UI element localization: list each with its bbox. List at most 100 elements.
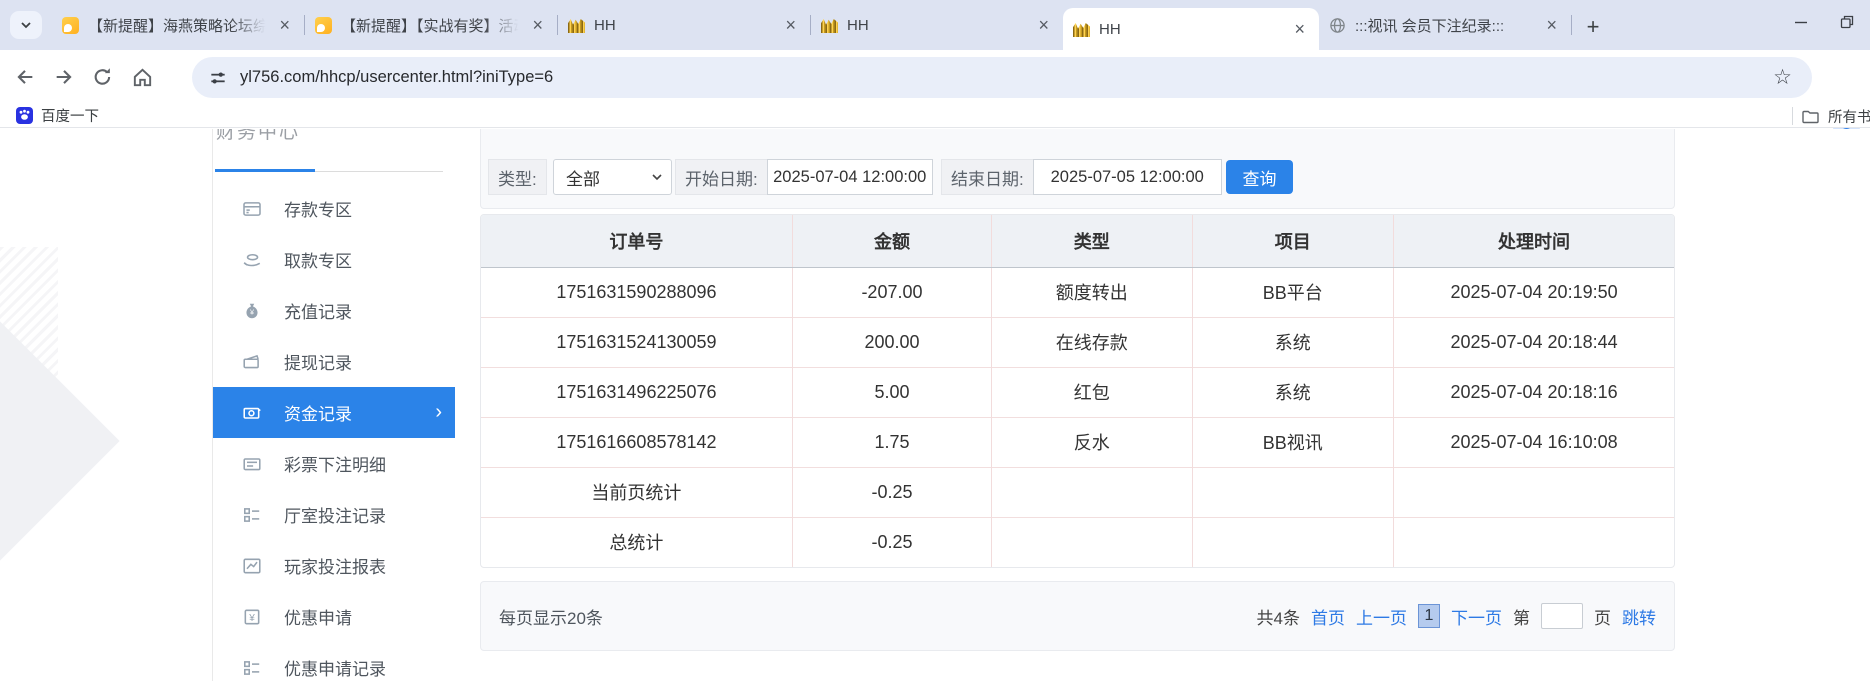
bookmarks-bar: 百度一下 所有书签 bbox=[0, 104, 1870, 128]
svg-text:¥: ¥ bbox=[248, 612, 255, 623]
jump-button[interactable]: 跳转 bbox=[1622, 604, 1656, 629]
table-header-row: 订单号 金额 类型 项目 处理时间 bbox=[481, 215, 1674, 267]
end-date-input[interactable] bbox=[1033, 159, 1222, 195]
records-table: 订单号 金额 类型 项目 处理时间 1751631590288096 -207.… bbox=[481, 215, 1674, 567]
tab-close-icon[interactable]: × bbox=[528, 15, 547, 35]
sidebar: 财务中心 存款专区 取款专区 bbox=[212, 129, 455, 681]
table-row: 1751616608578142 1.75 反水 BB视讯 2025-07-04… bbox=[481, 417, 1674, 467]
bookmark-star-icon[interactable]: ☆ bbox=[1773, 65, 1792, 90]
hand-coins-icon bbox=[241, 249, 262, 270]
cell-amount: 5.00 bbox=[792, 367, 991, 417]
bookmark-baidu[interactable]: 百度一下 bbox=[16, 105, 99, 126]
sidebar-item-withdraw-zone[interactable]: 取款专区 bbox=[213, 234, 455, 285]
pagination-bar: 每页显示20条 共4条 首页 上一页 1 下一页 第 页 跳转 bbox=[480, 581, 1675, 651]
sidebar-item-promo-apply[interactable]: ¥ 优惠申请 bbox=[213, 591, 455, 642]
background-watermark-triangle bbox=[0, 319, 120, 562]
sidebar-item-withdraw-records[interactable]: 提现记录 bbox=[213, 336, 455, 387]
browser-window: 【新提醒】海燕策略论坛综合 × 【新提醒】【实战有奖】活动 × HH × HH … bbox=[0, 0, 1870, 681]
tab-hh-1[interactable]: HH × bbox=[558, 0, 810, 50]
url-text[interactable]: yl756.com/hhcp/usercenter.html?iniType=6 bbox=[240, 68, 1773, 87]
cell-order-id: 1751631590288096 bbox=[481, 267, 792, 317]
table-row: 1751631524130059 200.00 在线存款 系统 2025-07-… bbox=[481, 317, 1674, 367]
bookmarks-divider bbox=[1792, 107, 1793, 125]
cell-type: 额度转出 bbox=[992, 267, 1192, 317]
tab-forum-2[interactable]: 【新提醒】【实战有奖】活动 × bbox=[305, 0, 557, 50]
browser-toolbar: yl756.com/hhcp/usercenter.html?iniType=6… bbox=[0, 50, 1870, 104]
tab-forum-1[interactable]: 【新提醒】海燕策略论坛综合 × bbox=[52, 0, 304, 50]
sidebar-item-lottery-bet-details[interactable]: 彩票下注明细 bbox=[213, 438, 455, 489]
sidebar-title-wrap: 财务中心 bbox=[213, 129, 455, 161]
baidu-paw-icon bbox=[16, 107, 33, 124]
table-row: 1751631590288096 -207.00 额度转出 BB平台 2025-… bbox=[481, 267, 1674, 317]
deposit-card-icon bbox=[241, 198, 262, 219]
tab-hh-active[interactable]: HH × bbox=[1063, 8, 1319, 50]
chevron-right-icon: › bbox=[435, 401, 442, 424]
sidebar-item-hall-bet-records[interactable]: 厅室投注记录 bbox=[213, 489, 455, 540]
tab-divider bbox=[1571, 15, 1572, 35]
site-info-icon[interactable] bbox=[208, 68, 228, 88]
filter-panel: 类型: 全部 开始日期: 结束日期: 查询 bbox=[480, 129, 1675, 209]
list-icon bbox=[241, 657, 262, 678]
cash-notes-icon bbox=[241, 351, 262, 372]
tab-hh-2[interactable]: HH × bbox=[811, 0, 1063, 50]
cell-time: 2025-07-04 20:18:16 bbox=[1394, 367, 1674, 417]
sidebar-menu: 存款专区 取款专区 ¥ 充值记录 bbox=[213, 183, 455, 681]
sidebar-item-fund-records[interactable]: 资金记录 › bbox=[213, 387, 455, 438]
tab-title: 【新提醒】【实战有奖】活动 bbox=[341, 15, 524, 36]
address-bar[interactable]: yl756.com/hhcp/usercenter.html?iniType=6… bbox=[192, 57, 1812, 98]
sidebar-item-label: 优惠申请记录 bbox=[284, 655, 386, 680]
cell-order-id: 1751631496225076 bbox=[481, 367, 792, 417]
cell-time: 2025-07-04 20:18:44 bbox=[1394, 317, 1674, 367]
type-select[interactable]: 全部 bbox=[553, 159, 672, 195]
all-bookmarks-button[interactable]: 所有书签 bbox=[1828, 106, 1870, 127]
cell-summary-label: 当前页统计 bbox=[481, 467, 792, 517]
cell-time: 2025-07-04 16:10:08 bbox=[1394, 417, 1674, 467]
search-button[interactable]: 查询 bbox=[1226, 160, 1293, 194]
sidebar-item-player-bet-report[interactable]: 玩家投注报表 bbox=[213, 540, 455, 591]
bookmarks-right: 所有书签 bbox=[1792, 104, 1870, 128]
page-content: 财务中心 存款专区 取款专区 bbox=[0, 129, 1870, 681]
folder-icon bbox=[1801, 108, 1820, 125]
chevron-down-icon bbox=[651, 171, 663, 183]
sidebar-item-label: 优惠申请 bbox=[284, 604, 352, 629]
next-page-link[interactable]: 下一页 bbox=[1451, 604, 1502, 629]
tab-close-icon[interactable]: × bbox=[275, 15, 294, 35]
first-page-link[interactable]: 首页 bbox=[1311, 604, 1345, 629]
sidebar-item-label: 存款专区 bbox=[284, 196, 352, 221]
col-amount: 金额 bbox=[792, 215, 991, 267]
page-size-text: 每页显示20条 bbox=[499, 604, 603, 629]
new-tab-button[interactable]: + bbox=[1578, 12, 1608, 42]
hh-favicon-icon bbox=[821, 19, 838, 33]
jump-page-input[interactable] bbox=[1541, 603, 1583, 629]
sidebar-item-promo-apply-records[interactable]: 优惠申请记录 bbox=[213, 642, 455, 681]
bookmark-label: 百度一下 bbox=[41, 105, 99, 126]
current-page-badge[interactable]: 1 bbox=[1418, 604, 1440, 628]
fund-record-icon bbox=[241, 402, 262, 423]
tab-close-icon[interactable]: × bbox=[1290, 19, 1309, 39]
sidebar-item-deposit-zone[interactable]: 存款专区 bbox=[213, 183, 455, 234]
cell-time: 2025-07-04 20:19:50 bbox=[1394, 267, 1674, 317]
cell-amount: -0.25 bbox=[792, 467, 991, 517]
sidebar-title: 财务中心 bbox=[216, 129, 455, 144]
prev-page-link[interactable]: 上一页 bbox=[1356, 604, 1407, 629]
start-date-input[interactable] bbox=[767, 159, 933, 195]
forward-button[interactable] bbox=[51, 64, 77, 90]
cell-type: 反水 bbox=[992, 417, 1192, 467]
table-row: 1751631496225076 5.00 红包 系统 2025-07-04 2… bbox=[481, 367, 1674, 417]
back-button[interactable] bbox=[12, 64, 38, 90]
jump-prefix-label: 第 bbox=[1513, 604, 1530, 629]
sidebar-item-recharge-records[interactable]: ¥ 充值记录 bbox=[213, 285, 455, 336]
tab-search-button[interactable] bbox=[10, 11, 42, 39]
type-filter-label: 类型: bbox=[488, 159, 547, 195]
tab-close-icon[interactable]: × bbox=[1542, 15, 1561, 35]
home-button[interactable] bbox=[129, 64, 155, 90]
forum-favicon-icon bbox=[62, 17, 79, 34]
restore-button[interactable] bbox=[1824, 0, 1870, 44]
minimize-button[interactable] bbox=[1778, 0, 1824, 44]
tab-close-icon[interactable]: × bbox=[781, 15, 800, 35]
sidebar-item-label: 取款专区 bbox=[284, 247, 352, 272]
reload-button[interactable] bbox=[90, 64, 116, 90]
tab-video-records[interactable]: :::视讯 会员下注纪录::: × bbox=[1319, 0, 1571, 50]
sidebar-item-label: 厅室投注记录 bbox=[284, 502, 386, 527]
tab-close-icon[interactable]: × bbox=[1034, 15, 1053, 35]
